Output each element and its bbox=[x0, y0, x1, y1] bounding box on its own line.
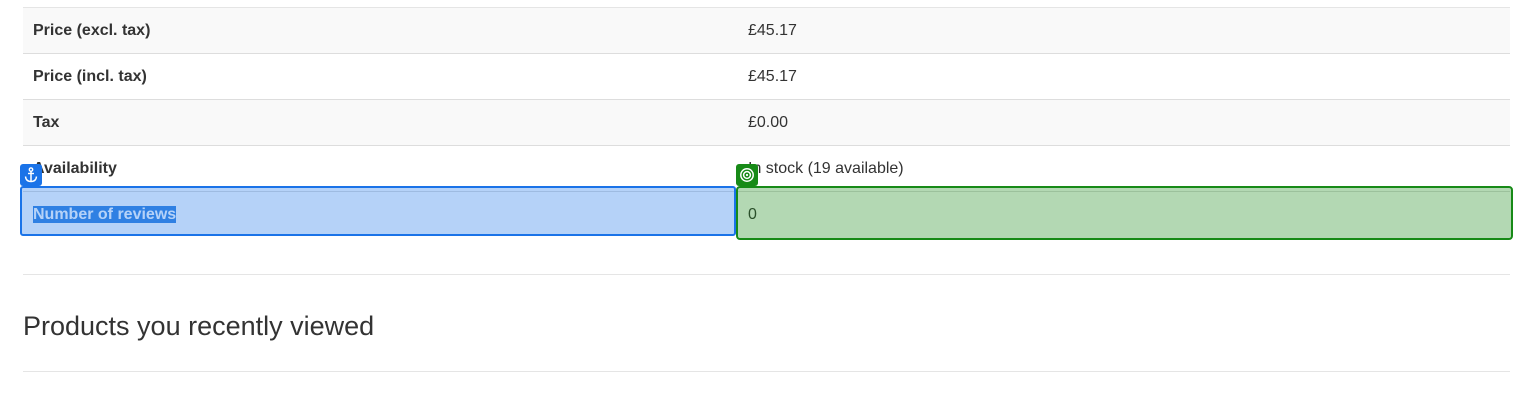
target-highlight-box bbox=[736, 186, 1513, 240]
section-divider bbox=[23, 371, 1510, 372]
section-divider bbox=[23, 274, 1510, 275]
page: Price (excl. tax) £45.17 Price (incl. ta… bbox=[0, 0, 1533, 408]
table-row: Tax £0.00 bbox=[23, 99, 1510, 146]
table-row: Availability In stock (19 available) bbox=[23, 145, 1510, 192]
anchor-icon bbox=[20, 164, 42, 186]
target-icon bbox=[736, 164, 758, 186]
row-value: £45.17 bbox=[738, 7, 1510, 54]
row-value: £45.17 bbox=[738, 53, 1510, 100]
table-row: Price (excl. tax) £45.17 bbox=[23, 7, 1510, 54]
row-label: Price (incl. tax) bbox=[23, 53, 738, 100]
recently-viewed-heading: Products you recently viewed bbox=[23, 311, 375, 341]
anchor-highlight-box bbox=[20, 186, 736, 236]
row-value: £0.00 bbox=[738, 99, 1510, 146]
row-label: Availability bbox=[23, 145, 738, 192]
row-value: In stock (19 available) bbox=[738, 145, 1510, 192]
row-label: Price (excl. tax) bbox=[23, 7, 738, 54]
table-row: Price (incl. tax) £45.17 bbox=[23, 53, 1510, 100]
row-label: Tax bbox=[23, 99, 738, 146]
